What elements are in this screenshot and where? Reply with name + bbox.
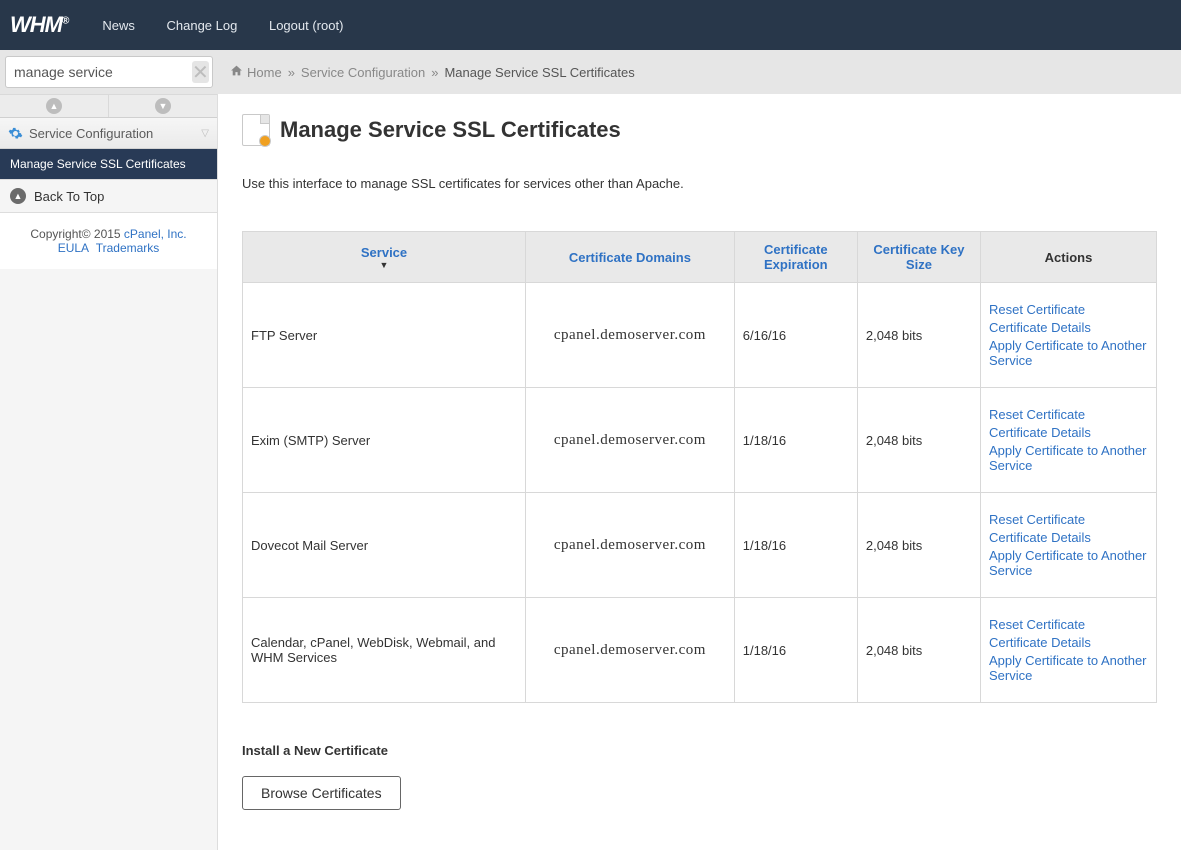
action-reset[interactable]: Reset Certificate (989, 302, 1148, 317)
th-keysize[interactable]: Certificate Key Size (857, 232, 980, 283)
search-input[interactable] (6, 64, 192, 80)
chevron-down-icon: ▽ (201, 128, 209, 139)
th-service[interactable]: Service ▼ (243, 232, 526, 283)
cpanel-link[interactable]: cPanel, Inc. (124, 227, 187, 241)
cell-actions: Reset Certificate Certificate Details Appl… (980, 388, 1156, 493)
cell-expiration: 1/18/16 (734, 598, 857, 703)
action-reset[interactable]: Reset Certificate (989, 512, 1148, 527)
sidebar-back-label: Back To Top (34, 189, 104, 204)
nav-logout[interactable]: Logout (root) (269, 18, 343, 33)
sidebar-item-manage-ssl[interactable]: Manage Service SSL Certificates (0, 149, 217, 180)
cell-actions: Reset Certificate Certificate Details Appl… (980, 283, 1156, 388)
sidebar-collapse-down[interactable]: ▼ (109, 95, 217, 117)
page-intro: Use this interface to manage SSL certifi… (242, 176, 1157, 191)
table-row: Exim (SMTP) Servercpanel.demoserver.com1… (243, 388, 1157, 493)
nav-changelog[interactable]: Change Log (167, 18, 238, 33)
action-details[interactable]: Certificate Details (989, 530, 1148, 545)
copyright-text: Copyright© 2015 (30, 227, 124, 241)
certificates-table: Service ▼ Certificate Domains Certificat… (242, 231, 1157, 703)
cell-expiration: 1/18/16 (734, 493, 857, 598)
cell-expiration: 1/18/16 (734, 388, 857, 493)
cell-domain: cpanel.demoserver.com (526, 598, 735, 703)
cell-keysize: 2,048 bits (857, 388, 980, 493)
search-wrap: ✕ (0, 50, 218, 94)
table-row: FTP Servercpanel.demoserver.com6/16/162,… (243, 283, 1157, 388)
action-details[interactable]: Certificate Details (989, 320, 1148, 335)
cell-expiration: 6/16/16 (734, 283, 857, 388)
sidebar-section-header[interactable]: Service Configuration ▽ (0, 118, 217, 149)
cell-service: Exim (SMTP) Server (243, 388, 526, 493)
cell-keysize: 2,048 bits (857, 493, 980, 598)
action-details[interactable]: Certificate Details (989, 635, 1148, 650)
breadcrumb: Home » Service Configuration » Manage Se… (218, 50, 1181, 94)
cell-actions: Reset Certificate Certificate Details Appl… (980, 493, 1156, 598)
table-row: Dovecot Mail Servercpanel.demoserver.com… (243, 493, 1157, 598)
cell-service: Dovecot Mail Server (243, 493, 526, 598)
main-content: Manage Service SSL Certificates Use this… (218, 94, 1181, 850)
action-apply[interactable]: Apply Certificate to Another Service (989, 548, 1148, 578)
action-reset[interactable]: Reset Certificate (989, 407, 1148, 422)
sidebar-back-to-top[interactable]: ▲ Back To Top (0, 180, 217, 213)
page-title: Manage Service SSL Certificates (280, 117, 621, 143)
sidebar-arrow-strip: ▲ ▼ (0, 94, 217, 118)
eula-link[interactable]: EULA (58, 241, 89, 255)
sidebar-collapse-up[interactable]: ▲ (0, 95, 109, 117)
cell-service: FTP Server (243, 283, 526, 388)
trademarks-link[interactable]: Trademarks (96, 241, 160, 255)
search-box[interactable]: ✕ (5, 56, 213, 88)
cell-domain: cpanel.demoserver.com (526, 493, 735, 598)
cell-keysize: 2,048 bits (857, 598, 980, 703)
nav-news[interactable]: News (102, 18, 135, 33)
install-heading: Install a New Certificate (242, 743, 1157, 758)
table-header-row: Service ▼ Certificate Domains Certificat… (243, 232, 1157, 283)
whm-logo: WHM® (10, 12, 68, 38)
gear-icon (8, 126, 23, 141)
th-domains[interactable]: Certificate Domains (526, 232, 735, 283)
page-title-row: Manage Service SSL Certificates (242, 114, 1157, 146)
breadcrumb-sep: » (431, 65, 438, 80)
body-wrap: ▲ ▼ Service Configuration ▽ Manage Servi… (0, 94, 1181, 850)
home-icon (230, 64, 243, 80)
th-expiration[interactable]: Certificate Expiration (734, 232, 857, 283)
breadcrumb-current: Manage Service SSL Certificates (444, 65, 634, 80)
action-details[interactable]: Certificate Details (989, 425, 1148, 440)
table-row: Calendar, cPanel, WebDisk, Webmail, and … (243, 598, 1157, 703)
cell-domain: cpanel.demoserver.com (526, 283, 735, 388)
action-apply[interactable]: Apply Certificate to Another Service (989, 443, 1148, 473)
th-actions: Actions (980, 232, 1156, 283)
sidebar-section-label: Service Configuration (29, 126, 153, 141)
th-service-label[interactable]: Service (361, 245, 407, 260)
action-apply[interactable]: Apply Certificate to Another Service (989, 653, 1148, 683)
cell-service: Calendar, cPanel, WebDisk, Webmail, and … (243, 598, 526, 703)
breadcrumb-home[interactable]: Home (247, 65, 282, 80)
action-reset[interactable]: Reset Certificate (989, 617, 1148, 632)
subbar: ✕ Home » Service Configuration » Manage … (0, 50, 1181, 94)
certificate-page-icon (242, 114, 270, 146)
action-apply[interactable]: Apply Certificate to Another Service (989, 338, 1148, 368)
arrow-up-icon: ▲ (10, 188, 26, 204)
search-clear-icon[interactable]: ✕ (192, 61, 209, 83)
breadcrumb-section[interactable]: Service Configuration (301, 65, 425, 80)
sidebar-footer: Copyright© 2015 cPanel, Inc. EULA Tradem… (0, 213, 217, 269)
topnav: News Change Log Logout (root) (88, 18, 357, 33)
sidebar: ▲ ▼ Service Configuration ▽ Manage Servi… (0, 94, 218, 850)
cell-domain: cpanel.demoserver.com (526, 388, 735, 493)
breadcrumb-sep: » (288, 65, 295, 80)
cell-actions: Reset Certificate Certificate Details Appl… (980, 598, 1156, 703)
sort-desc-icon: ▼ (251, 260, 517, 270)
cell-keysize: 2,048 bits (857, 283, 980, 388)
topbar: WHM® News Change Log Logout (root) (0, 0, 1181, 50)
